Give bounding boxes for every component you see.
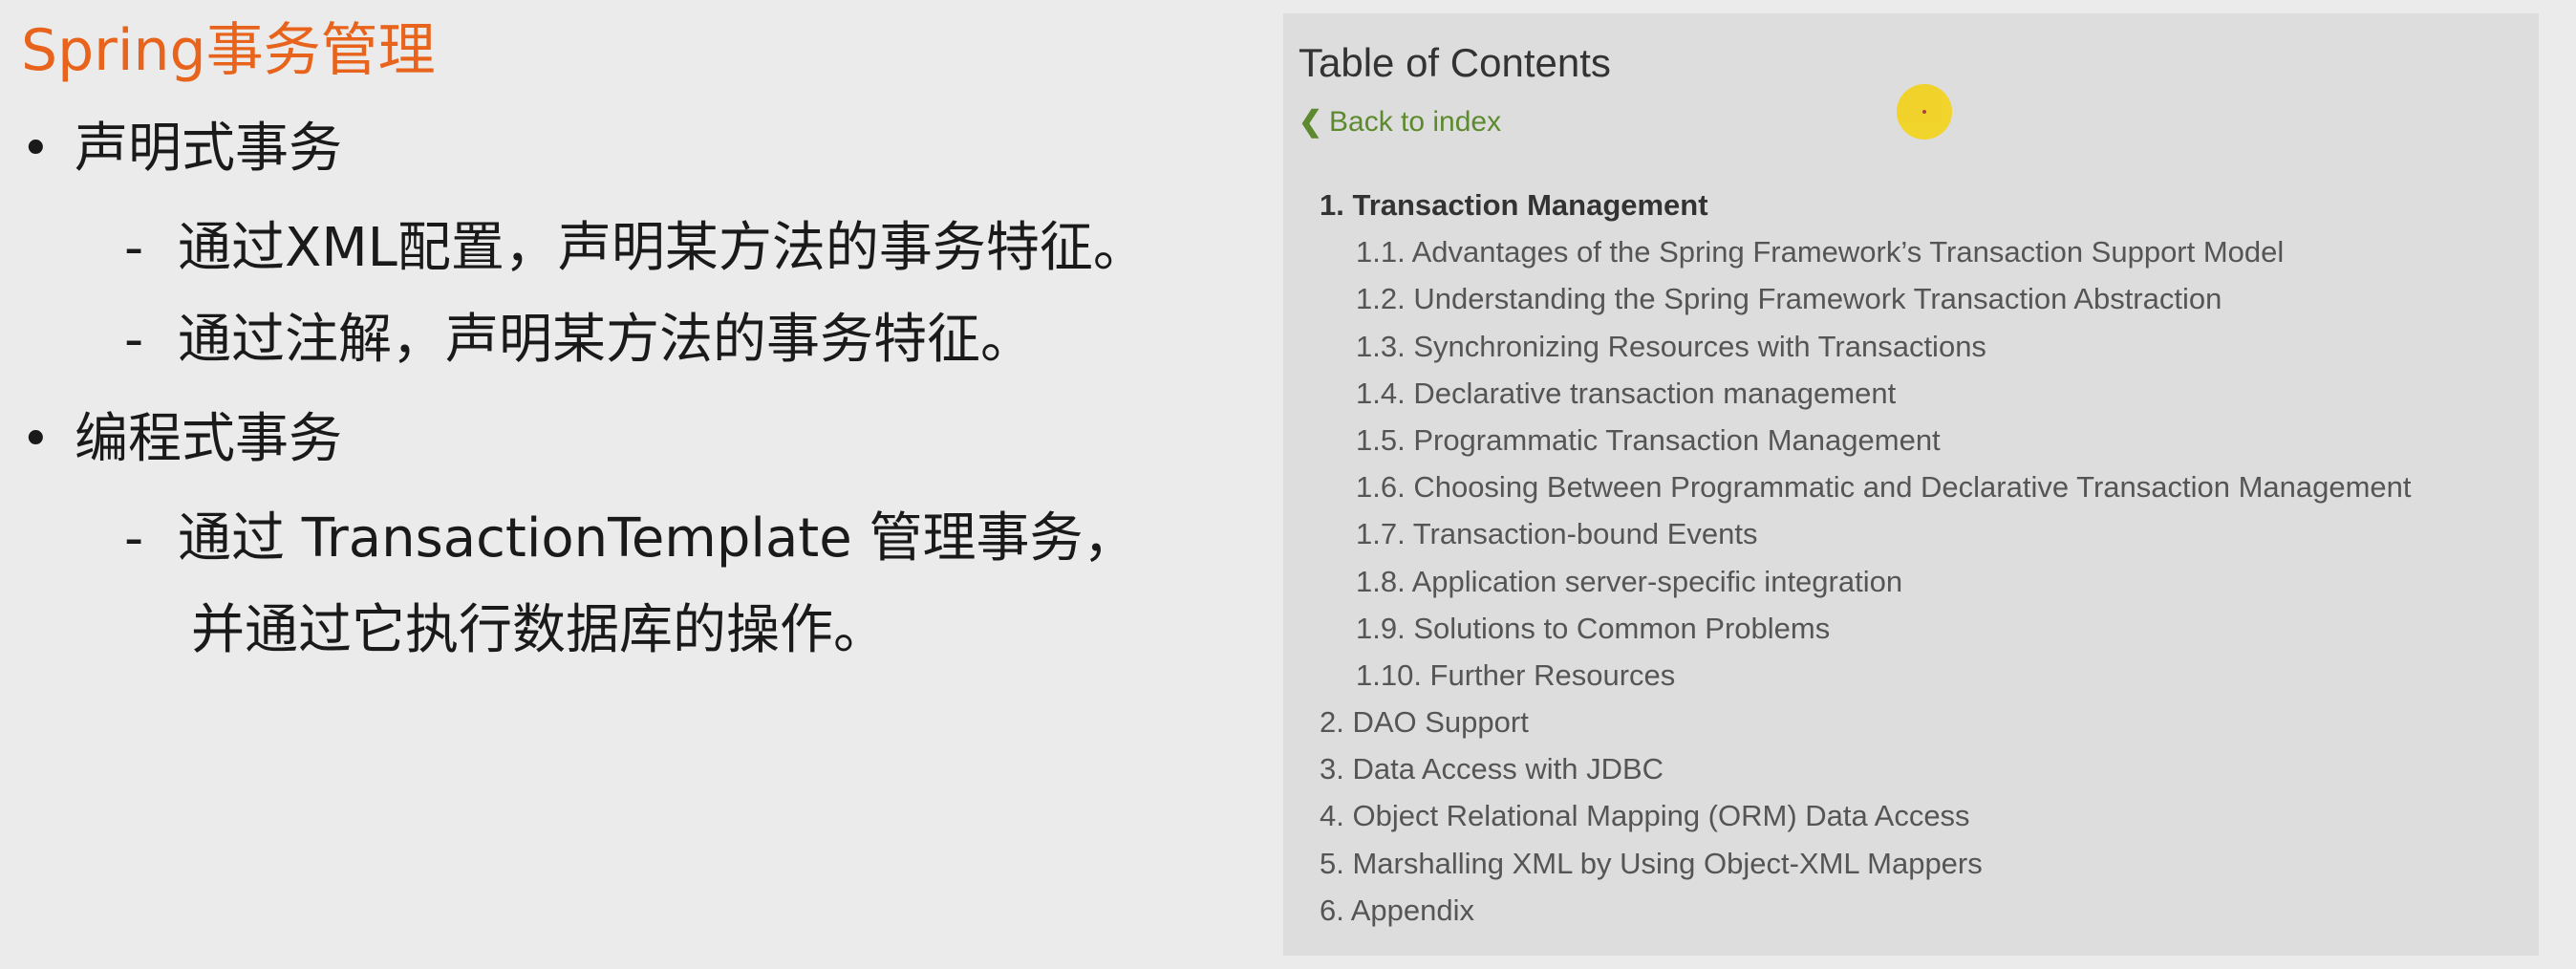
toc-link[interactable]: 1.5. Programmatic Transaction Management: [1320, 417, 2533, 463]
toc-link[interactable]: 1.8. Application server-specific integra…: [1320, 558, 2533, 605]
toc-panel: Table of Contents ❮ Back to index 1. Tran…: [1283, 13, 2539, 956]
toc-link[interactable]: 1. Transaction Management: [1320, 182, 2533, 228]
sub-item-text: 通过注解，声明某方法的事务特征。: [178, 309, 1034, 371]
chevron-left-icon: ❮: [1299, 106, 1323, 138]
toc-link[interactable]: 5. Marshalling XML by Using Object-XML M…: [1320, 840, 2533, 887]
toc-link[interactable]: 6. Appendix: [1320, 887, 2533, 934]
dash-mark: -: [124, 309, 144, 371]
toc-title: Table of Contents: [1299, 40, 1611, 85]
mouse-cursor-highlight: [1897, 84, 1952, 140]
toc-link[interactable]: 1.6. Choosing Between Programmatic and D…: [1320, 463, 2533, 510]
sub-item-text: 通过XML配置，声明某方法的事务特征。: [178, 217, 1147, 279]
outline-sub-item: - 通过注解，声明某方法的事务特征。: [124, 294, 1244, 386]
toc-link[interactable]: 1.4. Declarative transaction management: [1320, 370, 2533, 417]
outline-bullet: • 编程式事务: [21, 403, 1244, 476]
outline-sub-item: - 通过XML配置，声明某方法的事务特征。: [124, 203, 1244, 294]
bullet-text: 声明式事务: [75, 118, 342, 180]
bullet-mark: •: [21, 411, 51, 468]
toc-link[interactable]: 1.1. Advantages of the Spring Framework’…: [1320, 228, 2533, 275]
slide-outline: • 声明式事务 - 通过XML配置，声明某方法的事务特征。 - 通过注解，声明某方法的事务…: [21, 113, 1244, 694]
back-to-index-link[interactable]: ❮ Back to index: [1299, 105, 1501, 139]
dash-mark: -: [124, 507, 144, 570]
outline-sub-item-continuation: 并通过它执行数据库的操作。: [124, 585, 1244, 677]
outline-sub-list: - 通过 TransactionTemplate 管理事务， 并通过它执行数据库的操…: [21, 476, 1244, 694]
slide-title: Spring事务管理: [21, 17, 436, 84]
toc-link[interactable]: 4. Object Relational Mapping (ORM) Data …: [1320, 792, 2533, 839]
toc-list: 1. Transaction Management 1.1. Advantages…: [1320, 182, 2533, 934]
bullet-mark: •: [21, 120, 51, 178]
outline-sub-list: - 通过XML配置，声明某方法的事务特征。 - 通过注解，声明某方法的事务特征。: [21, 185, 1244, 403]
outline-sub-item: - 通过 TransactionTemplate 管理事务，: [124, 493, 1244, 585]
back-to-index-label: Back to index: [1329, 106, 1502, 138]
toc-link[interactable]: 1.9. Solutions to Common Problems: [1320, 605, 2533, 652]
toc-link[interactable]: 1.7. Transaction-bound Events: [1320, 510, 2533, 557]
toc-link[interactable]: 1.2. Understanding the Spring Framework …: [1320, 275, 2533, 322]
dash-mark: -: [124, 217, 144, 279]
bullet-text: 编程式事务: [75, 408, 342, 470]
toc-link[interactable]: 1.10. Further Resources: [1320, 652, 2533, 699]
sub-item-text: 并通过它执行数据库的操作。: [191, 599, 887, 661]
outline-bullet: • 声明式事务: [21, 113, 1244, 185]
sub-item-text: 通过 TransactionTemplate 管理事务，: [178, 507, 1137, 570]
toc-link[interactable]: 1.3. Synchronizing Resources with Transa…: [1320, 323, 2533, 370]
toc-link[interactable]: 2. DAO Support: [1320, 699, 2533, 745]
toc-link[interactable]: 3. Data Access with JDBC: [1320, 745, 2533, 792]
